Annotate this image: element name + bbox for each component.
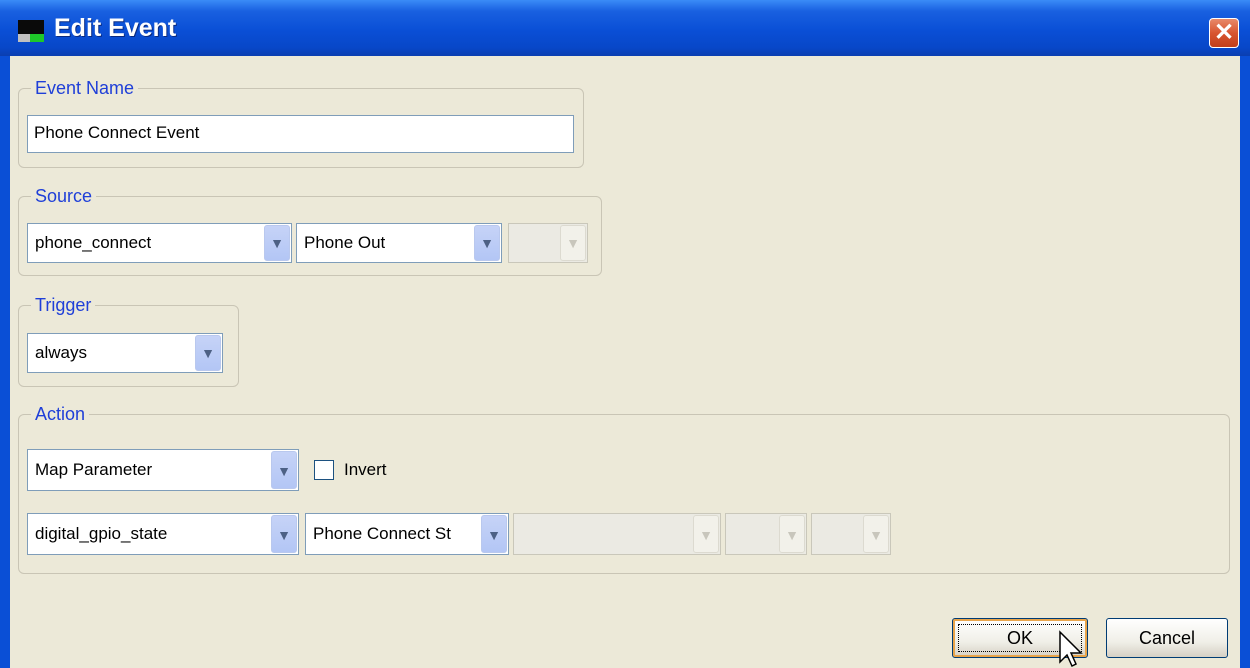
- trigger-combo[interactable]: always ▼: [27, 333, 223, 373]
- source-signal-value: phone_connect: [35, 233, 152, 252]
- trigger-value: always: [35, 343, 87, 362]
- event-name-input[interactable]: Phone Connect Event: [27, 115, 574, 153]
- invert-checkbox[interactable]: [314, 460, 334, 480]
- action-legend: Action: [31, 403, 90, 425]
- source-signal-combo[interactable]: phone_connect ▼: [27, 223, 292, 263]
- source-extra-combo: ▼: [508, 223, 588, 263]
- action-type-value: Map Parameter: [35, 460, 153, 479]
- app-icon: [18, 20, 44, 42]
- chevron-down-icon: ▼: [560, 225, 586, 261]
- chevron-down-icon[interactable]: ▼: [271, 451, 297, 489]
- source-channel-value: Phone Out: [304, 233, 386, 252]
- action-target-value: Phone Connect St: [313, 524, 451, 543]
- window-frame-left: [0, 56, 10, 668]
- edit-event-dialog: Edit Event ✕ Event Name Phone Connect Ev…: [0, 0, 1250, 668]
- action-extra-combo-3: ▼: [811, 513, 891, 555]
- source-channel-combo[interactable]: Phone Out ▼: [296, 223, 502, 263]
- title-bar[interactable]: Edit Event ✕: [0, 0, 1250, 56]
- trigger-legend: Trigger: [31, 294, 96, 316]
- mouse-pointer-icon: [1059, 630, 1083, 668]
- action-parameter-value: digital_gpio_state: [35, 524, 168, 543]
- window-title: Edit Event: [54, 14, 177, 42]
- chevron-down-icon: ▼: [693, 515, 719, 553]
- close-icon: ✕: [1213, 19, 1235, 46]
- invert-label[interactable]: Invert: [344, 459, 387, 481]
- chevron-down-icon[interactable]: ▼: [195, 335, 221, 371]
- action-target-combo[interactable]: Phone Connect St ▼: [305, 513, 509, 555]
- chevron-down-icon[interactable]: ▼: [474, 225, 500, 261]
- action-type-combo[interactable]: Map Parameter ▼: [27, 449, 299, 491]
- event-name-legend: Event Name: [31, 77, 139, 99]
- source-legend: Source: [31, 185, 97, 207]
- close-button[interactable]: ✕: [1209, 18, 1239, 48]
- chevron-down-icon: ▼: [779, 515, 805, 553]
- chevron-down-icon[interactable]: ▼: [481, 515, 507, 553]
- cancel-button[interactable]: Cancel: [1106, 618, 1228, 658]
- chevron-down-icon[interactable]: ▼: [271, 515, 297, 553]
- action-extra-combo-2: ▼: [725, 513, 807, 555]
- cancel-button-label: Cancel: [1138, 628, 1196, 648]
- chevron-down-icon: ▼: [863, 515, 889, 553]
- action-parameter-combo[interactable]: digital_gpio_state ▼: [27, 513, 299, 555]
- window-frame-right: [1240, 56, 1250, 668]
- action-extra-combo-1: ▼: [513, 513, 721, 555]
- chevron-down-icon[interactable]: ▼: [264, 225, 290, 261]
